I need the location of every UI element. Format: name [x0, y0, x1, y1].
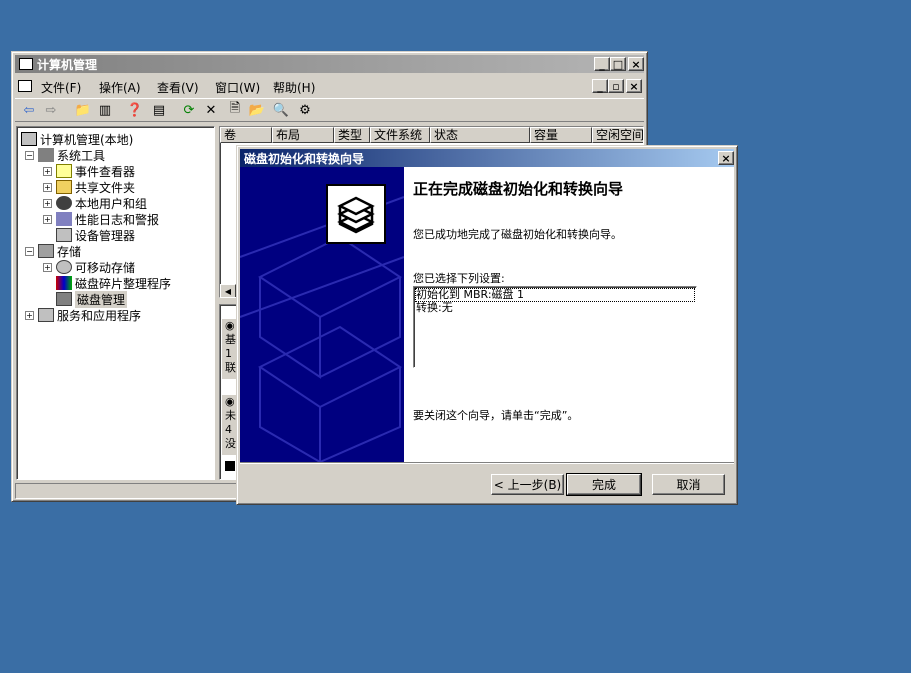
- column-type[interactable]: 类型: [334, 127, 370, 143]
- child-restore-button[interactable]: ▫: [608, 79, 624, 93]
- column-free-space[interactable]: 空闲空间: [592, 127, 643, 143]
- column-filesystem[interactable]: 文件系统: [370, 127, 430, 143]
- users-icon: [56, 196, 72, 210]
- menu-bar: 文件(F) 操作(A) 查看(V) 窗口(W) 帮助(H) _ ▫ ×: [15, 76, 644, 96]
- wizard-close-text: 要关闭这个向导，请单击“完成”。: [413, 409, 579, 422]
- expand-icon[interactable]: +: [43, 262, 52, 272]
- settings-item[interactable]: 转换:无: [416, 302, 453, 314]
- refresh-icon[interactable]: ⟳: [179, 101, 199, 119]
- main-window-title: 计算机管理: [37, 57, 98, 72]
- device-manager-icon: [56, 228, 72, 242]
- event-viewer-icon: [56, 164, 72, 178]
- collapse-icon[interactable]: −: [25, 150, 34, 160]
- search-icon[interactable]: 🔍: [271, 101, 291, 119]
- tools-icon: [38, 148, 54, 162]
- column-capacity[interactable]: 容量: [530, 127, 592, 143]
- console-tree-pane: 计算机管理(本地) − 系统工具 + 事件查看器 + 共享文件夹 + 本地用户和…: [16, 126, 215, 480]
- tree-item-local-users[interactable]: + 本地用户和组: [43, 195, 147, 211]
- services-icon: [38, 308, 54, 322]
- menu-file[interactable]: 文件(F): [41, 79, 81, 96]
- menu-help[interactable]: 帮助(H): [273, 79, 315, 96]
- wizard-heading: 正在完成磁盘初始化和转换向导: [413, 180, 624, 198]
- tree-item-removable-storage[interactable]: + 可移动存储: [43, 259, 135, 275]
- removable-storage-icon: [56, 260, 72, 274]
- finish-button[interactable]: 完成: [566, 473, 642, 496]
- shared-folder-icon: [56, 180, 72, 194]
- wizard-success-text: 您已成功地完成了磁盘初始化和转换向导。: [413, 228, 622, 241]
- expand-icon[interactable]: +: [43, 166, 52, 176]
- unallocated-legend-swatch: [225, 461, 235, 471]
- expand-icon[interactable]: +: [43, 182, 52, 192]
- settings-listbox[interactable]: 初始化到 MBR:磁盘 1 转换:无: [413, 286, 697, 368]
- settings-icon[interactable]: ⚙: [295, 101, 315, 119]
- menu-app-icon: [18, 80, 32, 92]
- disk-wizard-dialog: 磁盘初始化和转换向导 × 正在完成磁盘初始化和转换向导 您已成功地完成了磁盘初始…: [236, 145, 738, 505]
- close-button[interactable]: ×: [628, 57, 644, 71]
- tree-item-computer-management[interactable]: 计算机管理(本地): [21, 131, 133, 147]
- wizard-title-bar[interactable]: 磁盘初始化和转换向导 ×: [240, 149, 734, 167]
- forward-arrow-icon[interactable]: ⇨: [41, 101, 61, 119]
- child-close-button[interactable]: ×: [626, 79, 642, 93]
- expand-icon[interactable]: +: [43, 214, 52, 224]
- tree-item-shared-folders[interactable]: + 共享文件夹: [43, 179, 135, 195]
- show-hide-tree-icon[interactable]: ▥: [95, 101, 115, 119]
- menu-window[interactable]: 窗口(W): [215, 79, 260, 96]
- tree-item-system-tools[interactable]: − 系统工具: [25, 147, 105, 163]
- back-arrow-icon[interactable]: ⇦: [19, 101, 39, 119]
- wizard-separator: [240, 462, 734, 464]
- tree-item-defrag[interactable]: 磁盘碎片整理程序: [56, 275, 171, 291]
- settings-label: 您已选择下列设置:: [413, 272, 505, 285]
- open-folder-icon[interactable]: 📂: [247, 101, 267, 119]
- menu-view[interactable]: 查看(V): [157, 79, 199, 96]
- properties-help-icon[interactable]: ❓: [125, 101, 145, 119]
- list-view-icon[interactable]: ▤: [149, 101, 169, 119]
- toolbar: ⇦ ⇨ 📁 ▥ ❓ ▤ ⟳ ✕ 🗎 📂 🔍 ⚙: [15, 98, 644, 122]
- disk-management-icon: [56, 292, 72, 306]
- performance-icon: [56, 212, 72, 226]
- menu-action[interactable]: 操作(A): [99, 79, 141, 96]
- storage-icon: [38, 244, 54, 258]
- tree-item-storage[interactable]: − 存储: [25, 243, 81, 259]
- expand-icon[interactable]: +: [43, 198, 52, 208]
- wizard-banner: [240, 167, 404, 462]
- tree-item-event-viewer[interactable]: + 事件查看器: [43, 163, 135, 179]
- wizard-title: 磁盘初始化和转换向导: [244, 151, 365, 166]
- main-title-bar[interactable]: 计算机管理 _ □ ×: [15, 55, 644, 73]
- disk-icon: ◉: [225, 395, 235, 408]
- column-status[interactable]: 状态: [430, 127, 530, 143]
- column-volume[interactable]: 卷: [220, 127, 272, 143]
- disk-stack-icon: [326, 184, 386, 244]
- up-folder-icon[interactable]: 📁: [73, 101, 93, 119]
- properties-icon[interactable]: 🗎: [225, 101, 245, 119]
- back-button[interactable]: < 上一步(B): [491, 474, 564, 495]
- settings-item[interactable]: 初始化到 MBR:磁盘 1: [415, 288, 695, 302]
- computer-icon: [21, 132, 37, 146]
- minimize-button[interactable]: _: [594, 57, 610, 71]
- expand-icon[interactable]: +: [25, 310, 34, 320]
- disk-icon: ◉: [225, 319, 235, 332]
- maximize-button[interactable]: □: [610, 57, 626, 71]
- child-minimize-button[interactable]: _: [592, 79, 608, 93]
- tree-item-perf-logs[interactable]: + 性能日志和警报: [43, 211, 159, 227]
- scroll-left-button[interactable]: ◀: [220, 284, 236, 297]
- tree-item-disk-management[interactable]: 磁盘管理: [56, 290, 128, 308]
- wizard-close-button[interactable]: ×: [718, 151, 734, 165]
- tree-item-device-manager[interactable]: 设备管理器: [56, 227, 135, 243]
- cancel-button[interactable]: 取消: [652, 474, 725, 495]
- tree-item-services-apps[interactable]: + 服务和应用程序: [25, 307, 141, 323]
- defrag-icon: [56, 276, 72, 290]
- computer-management-app-icon: [19, 58, 33, 70]
- wizard-content: 正在完成磁盘初始化和转换向导 您已成功地完成了磁盘初始化和转换向导。 您已选择下…: [404, 167, 734, 462]
- collapse-icon[interactable]: −: [25, 246, 34, 256]
- column-layout[interactable]: 布局: [272, 127, 334, 143]
- delete-x-icon[interactable]: ✕: [201, 101, 221, 119]
